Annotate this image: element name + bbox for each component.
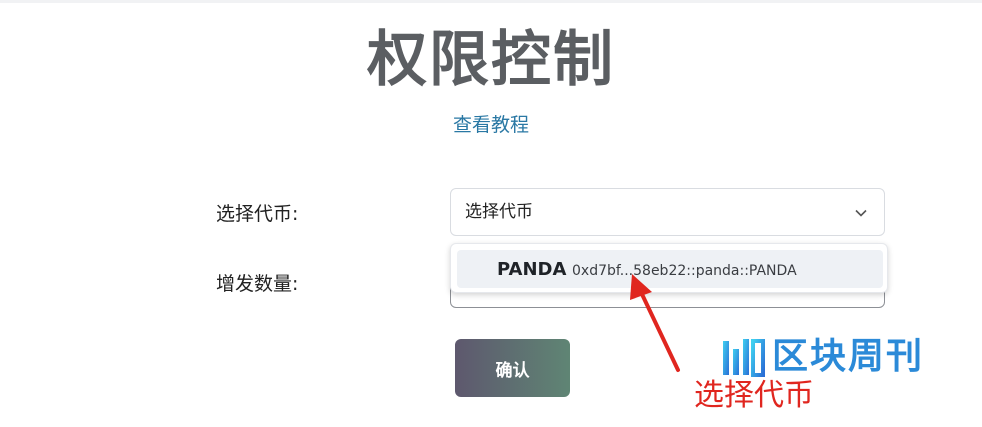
top-divider [0,0,982,3]
token-label: 选择代币: [216,203,299,225]
watermark-logo: 区块周刊 [720,333,960,383]
red-arrow-icon [630,274,680,372]
watermark-text: 区块周刊 [772,336,925,377]
blockweekly-logo-icon [723,339,765,377]
chevron-down-icon [855,209,867,217]
token-select-value: 选择代币 [465,202,533,222]
token-option-name: PANDA [497,259,567,280]
amount-label: 增发数量: [216,273,299,295]
token-select[interactable]: 选择代币 [450,188,885,236]
confirm-button[interactable]: 确认 [455,339,570,397]
tutorial-link[interactable]: 查看教程 [0,112,982,138]
page-title: 权限控制 [367,25,615,95]
